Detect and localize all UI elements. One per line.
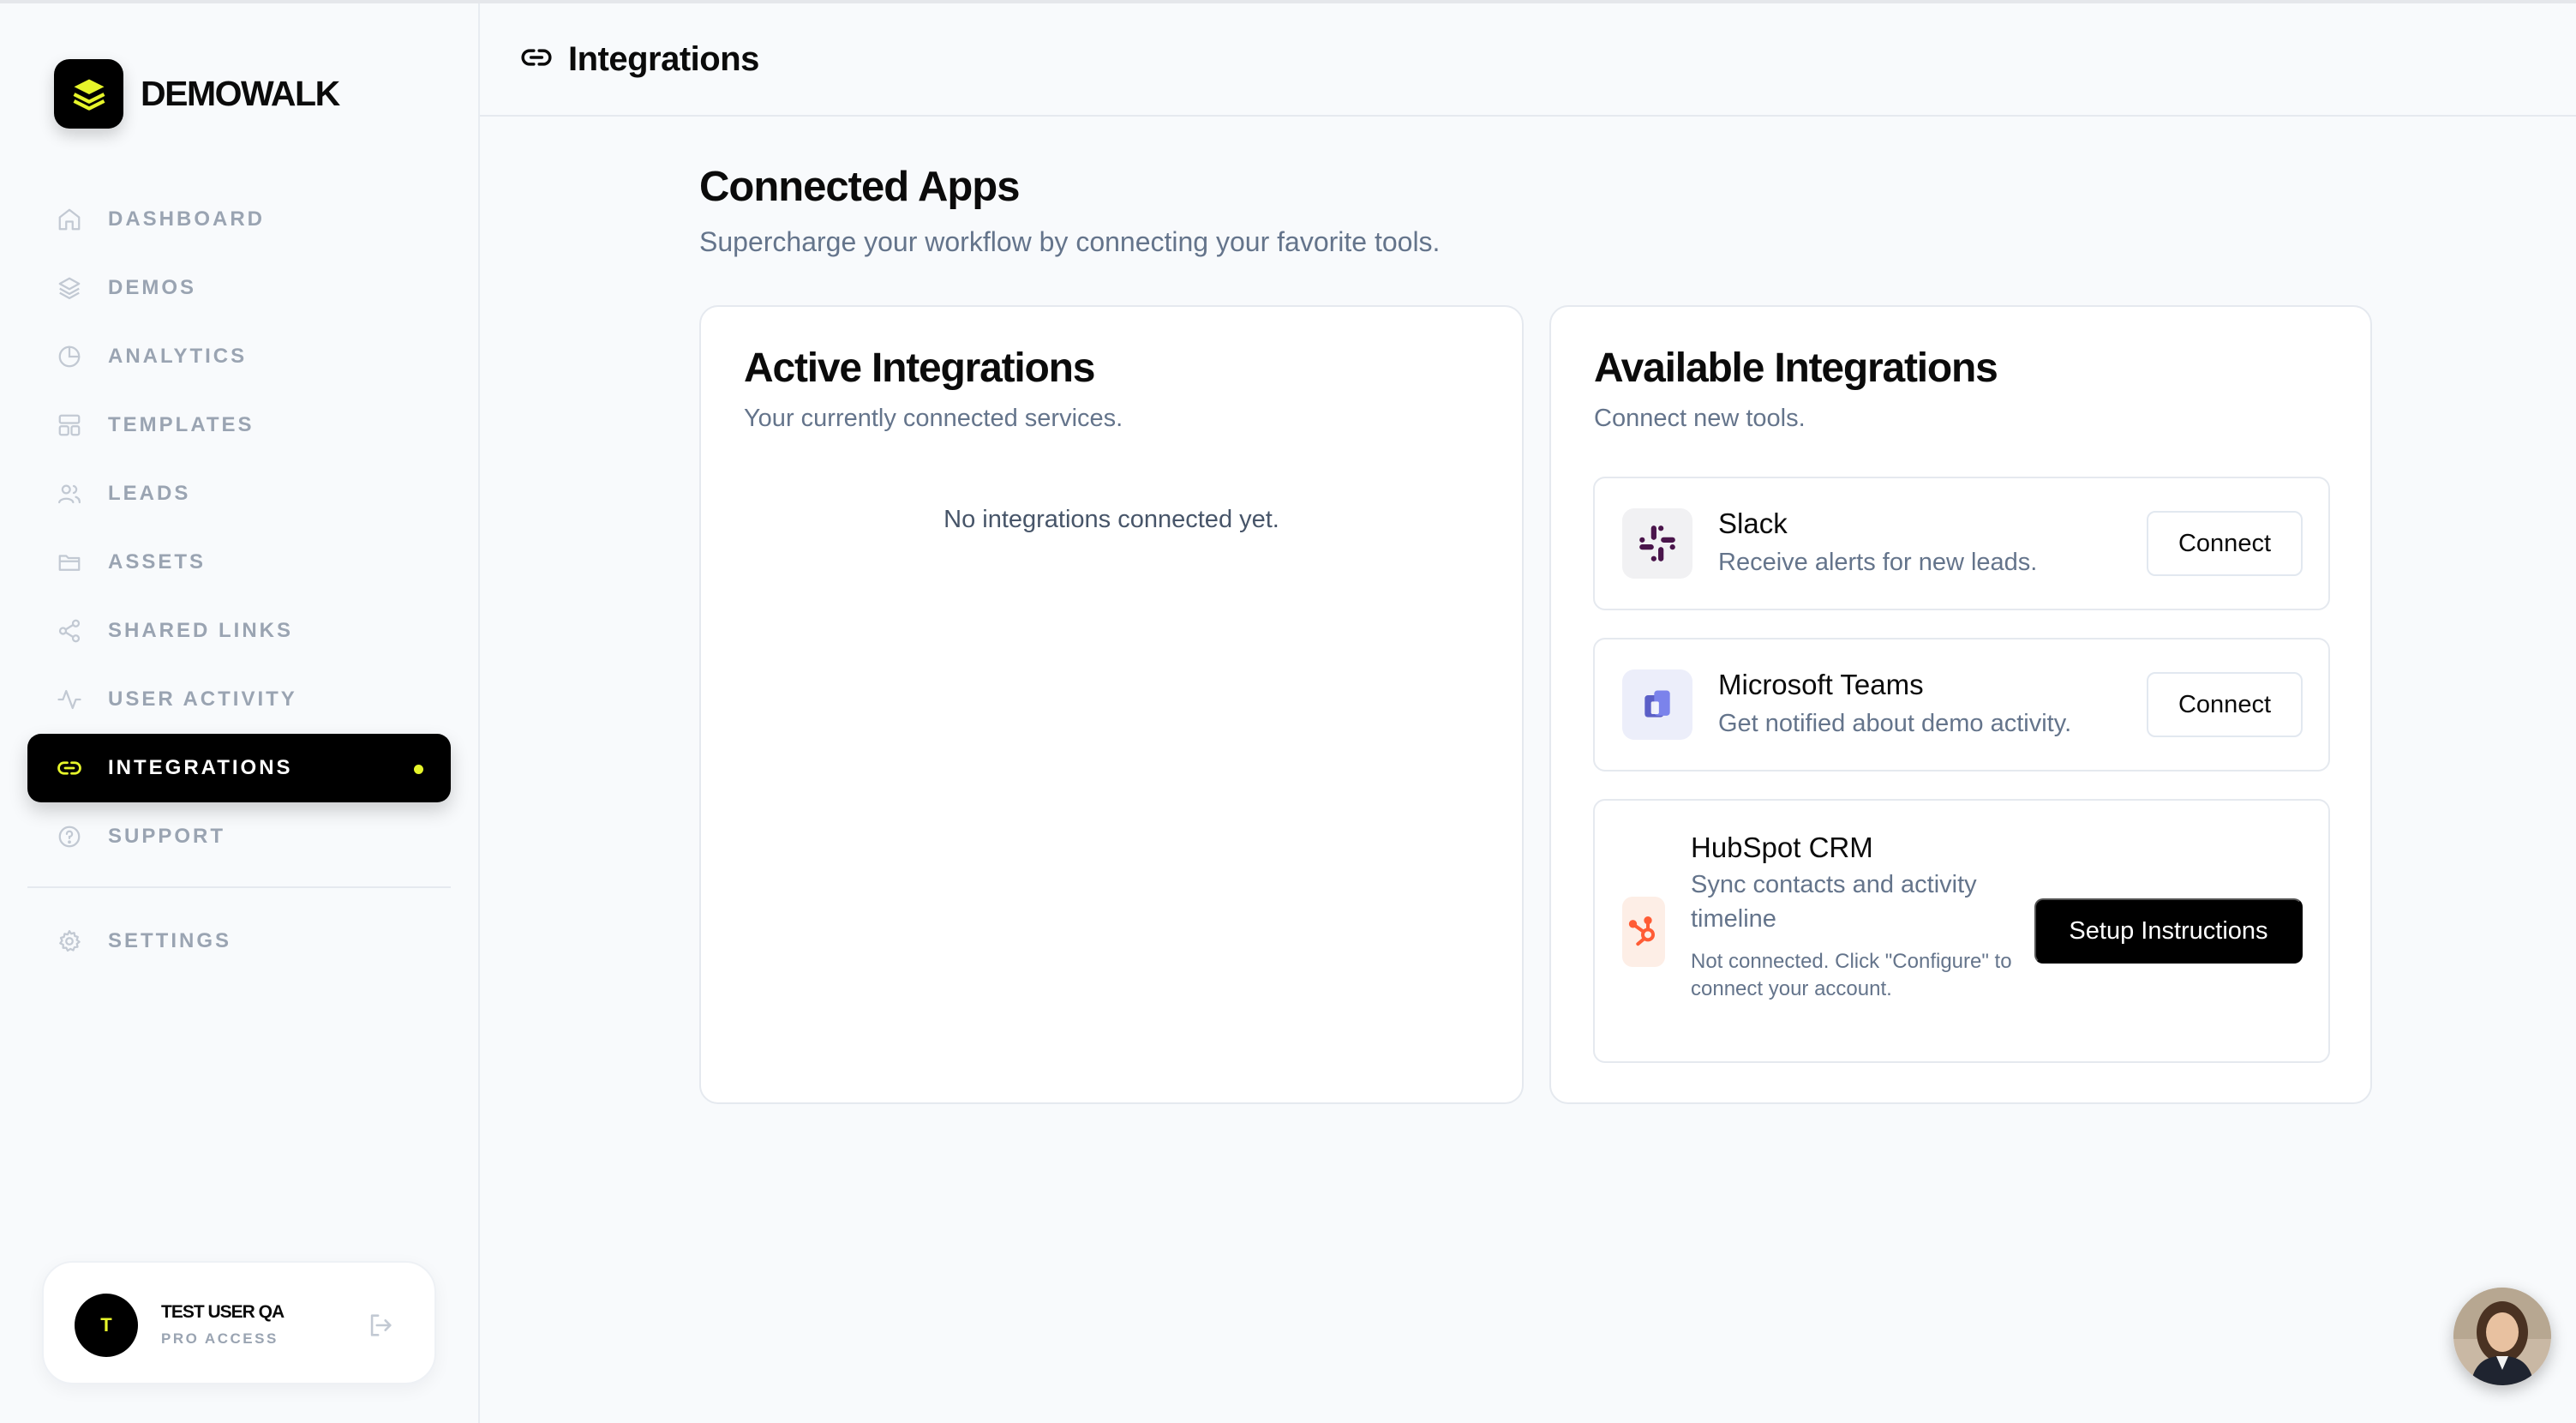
teams-icon — [1622, 669, 1692, 740]
sidebar-item-label: ANALYTICS — [108, 345, 248, 368]
page-title: Integrations — [568, 39, 759, 78]
link-icon — [55, 754, 84, 783]
sidebar-item-analytics[interactable]: ANALYTICS — [27, 322, 451, 391]
sidebar-item-label: ASSETS — [108, 550, 207, 573]
sidebar-item-label: SUPPORT — [108, 825, 226, 848]
user-name: TEST USER QA — [161, 1302, 285, 1322]
section-subtitle: Supercharge your workflow by connecting … — [699, 226, 1441, 257]
sidebar-item-assets[interactable]: ASSETS — [27, 528, 451, 597]
help-icon — [55, 822, 84, 851]
page-header: Integrations — [480, 3, 2576, 117]
sidebar-item-demos[interactable]: DEMOS — [27, 254, 451, 322]
slack-icon — [1622, 508, 1692, 579]
logout-icon[interactable] — [366, 1311, 395, 1340]
card-title: Active Integrations — [744, 345, 1095, 391]
sidebar-item-label: SHARED LINKS — [108, 619, 294, 642]
integration-name: Slack — [1718, 507, 1788, 539]
template-icon — [55, 411, 84, 440]
home-icon — [55, 205, 84, 234]
sidebar-item-user-activity[interactable]: USER ACTIVITY — [27, 665, 451, 734]
hubspot-icon — [1622, 897, 1665, 967]
sidebar-item-label: SETTINGS — [108, 929, 232, 952]
integration-description: Get notified about demo activity. — [1718, 710, 2072, 737]
activity-icon — [55, 685, 84, 714]
integration-description: Receive alerts for new leads. — [1718, 549, 2038, 576]
active-integrations-card: Active Integrations Your currently conne… — [699, 305, 1524, 1104]
folder-icon — [55, 548, 84, 577]
logo-icon — [54, 59, 123, 129]
integration-name: Microsoft Teams — [1718, 669, 1924, 700]
sidebar-divider — [27, 886, 451, 888]
pie-chart-icon — [55, 342, 84, 371]
user-profile-card[interactable]: T TEST USER QA PRO ACCESS — [42, 1261, 436, 1384]
integration-item-microsoft-teams: Microsoft Teams Get notified about demo … — [1593, 638, 2330, 772]
assistant-avatar[interactable] — [2453, 1288, 2551, 1385]
integration-item-slack: Slack Receive alerts for new leads. Conn… — [1593, 477, 2330, 610]
sidebar-nav: DASHBOARD DEMOS ANALYTICS TEMPLATES LEAD… — [27, 185, 451, 976]
sidebar-item-label: TEMPLATES — [108, 413, 255, 436]
sidebar-item-label: DASHBOARD — [108, 207, 265, 231]
link-icon — [520, 41, 553, 78]
brand[interactable]: DEMOWALK — [54, 59, 340, 129]
integration-name: HubSpot CRM — [1691, 832, 1873, 863]
card-subtitle: Connect new tools. — [1594, 405, 1806, 432]
sidebar-item-label: USER ACTIVITY — [108, 687, 297, 711]
card-subtitle: Your currently connected services. — [744, 405, 1123, 432]
connect-slack-button[interactable]: Connect — [2147, 511, 2303, 576]
integration-description: Sync contacts and activity timeline — [1691, 871, 1977, 933]
user-plan: PRO ACCESS — [161, 1330, 279, 1347]
sidebar: DEMOWALK DASHBOARD DEMOS ANALYTICS TEMPL… — [0, 3, 480, 1423]
card-title: Available Integrations — [1594, 345, 1998, 391]
sidebar-item-integrations[interactable]: INTEGRATIONS — [27, 734, 451, 802]
sidebar-item-label: INTEGRATIONS — [108, 756, 293, 779]
share-icon — [55, 616, 84, 645]
sidebar-item-leads[interactable]: LEADS — [27, 459, 451, 528]
connect-teams-button[interactable]: Connect — [2147, 672, 2303, 737]
sidebar-item-label: LEADS — [108, 482, 191, 505]
integration-item-hubspot: HubSpot CRM Sync contacts and activity t… — [1593, 799, 2330, 1063]
users-icon — [55, 479, 84, 508]
sidebar-item-templates[interactable]: TEMPLATES — [27, 391, 451, 459]
setup-instructions-button[interactable]: Setup Instructions — [2034, 898, 2303, 964]
brand-name: DEMOWALK — [141, 74, 340, 113]
sidebar-item-dashboard[interactable]: DASHBOARD — [27, 185, 451, 254]
app-root: DEMOWALK DASHBOARD DEMOS ANALYTICS TEMPL… — [0, 0, 2576, 1423]
active-indicator-dot — [414, 765, 423, 774]
sidebar-item-support[interactable]: SUPPORT — [27, 802, 451, 871]
section-title: Connected Apps — [699, 164, 1020, 210]
available-integrations-card: Available Integrations Connect new tools… — [1549, 305, 2372, 1104]
layers-icon — [55, 273, 84, 303]
avatar: T — [75, 1294, 138, 1357]
gear-icon — [55, 927, 84, 956]
sidebar-item-shared-links[interactable]: SHARED LINKS — [27, 597, 451, 665]
empty-state-text: No integrations connected yet. — [944, 506, 1279, 533]
sidebar-item-settings[interactable]: SETTINGS — [27, 907, 451, 976]
sidebar-item-label: DEMOS — [108, 276, 197, 299]
integration-status-note: Not connected. Click "Configure" to conn… — [1691, 950, 2012, 1000]
